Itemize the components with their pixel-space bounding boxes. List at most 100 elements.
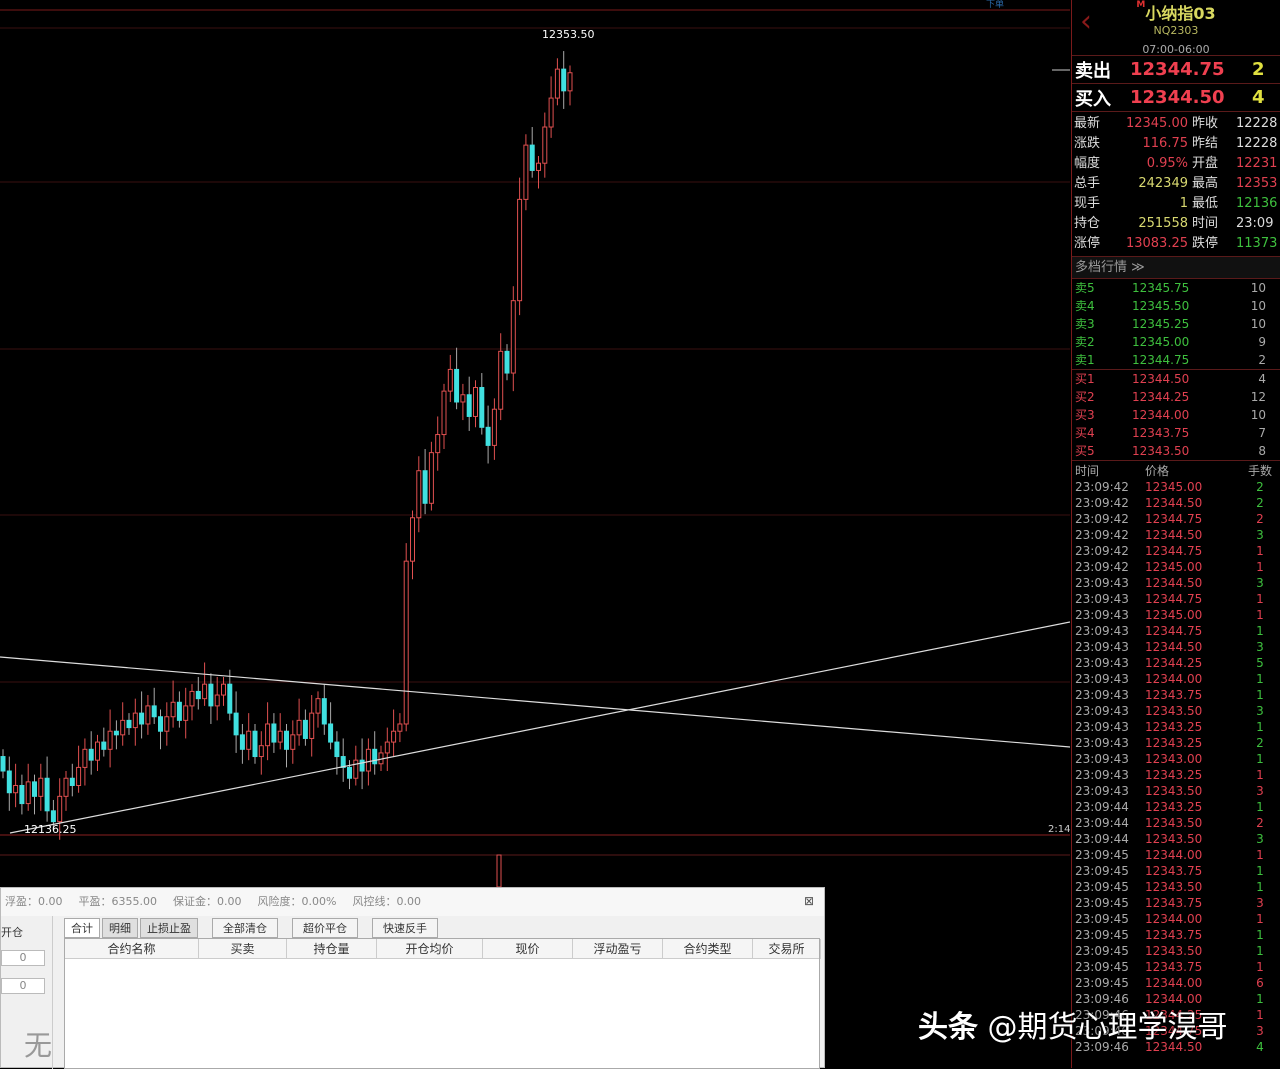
level-price: 12345.00 (1132, 335, 1190, 349)
bid-level[interactable]: 买1 12344.50 4 (1072, 370, 1280, 388)
action-button[interactable]: 全部清仓 (212, 918, 278, 938)
tick-row: 23:09:45 12344.00 6 (1072, 975, 1280, 991)
tick-volume: 1 (1256, 1008, 1264, 1022)
tick-volume: 3 (1256, 704, 1264, 718)
level-volume: 10 (1250, 317, 1266, 331)
tick-price: 12343.75 (1145, 864, 1203, 878)
sell-row[interactable]: 卖出 12344.75 2 (1072, 56, 1280, 84)
tick-row: 23:09:45 12343.50 1 (1072, 879, 1280, 895)
candle-down (32, 781, 37, 797)
candle-up (498, 350, 504, 410)
quantity-stepper-2[interactable]: 0 (1, 978, 45, 994)
tick-row: 23:09:43 12343.50 3 (1072, 703, 1280, 719)
action-button[interactable]: 超价平仓 (292, 918, 358, 938)
tick-volume: 1 (1256, 592, 1264, 606)
bid-level[interactable]: 买3 12344.00 10 (1072, 406, 1280, 424)
tick-price: 12344.00 (1145, 976, 1203, 990)
candle-up (384, 741, 390, 754)
account-stat: 平盈：6355.00 (78, 895, 158, 908)
tick-time: 23:09:45 (1075, 864, 1129, 878)
tick-volume: 1 (1256, 944, 1264, 958)
back-chevron-icon[interactable]: ‹ (1080, 4, 1092, 39)
tick-row: 23:09:43 12344.75 1 (1072, 623, 1280, 639)
candle-up (170, 701, 176, 718)
tick-price: 12343.75 (1145, 688, 1203, 702)
tab-0[interactable]: 合计 (64, 918, 100, 938)
candle-up (309, 712, 315, 739)
ask-level[interactable]: 卖1 12344.75 2 (1072, 351, 1280, 369)
quantity-stepper-1[interactable]: 0 (1, 950, 45, 966)
column-header[interactable]: 买卖 (199, 939, 287, 959)
ask-level[interactable]: 卖2 12345.00 9 (1072, 333, 1280, 351)
candle-down (347, 766, 352, 779)
tick-time: 23:09:45 (1075, 944, 1129, 958)
bid-level[interactable]: 买2 12344.25 12 (1072, 388, 1280, 406)
tick-time: 23:09:42 (1075, 528, 1129, 542)
quote-value: 23:09 (1236, 216, 1274, 231)
tick-volume: 3 (1256, 576, 1264, 590)
column-header[interactable]: 合约类型 (663, 939, 753, 959)
level-price: 12344.00 (1132, 408, 1190, 422)
tick-row: 23:09:45 12343.75 1 (1072, 959, 1280, 975)
bid-level[interactable]: 买4 12343.75 7 (1072, 424, 1280, 442)
tab-1[interactable]: 明细 (102, 918, 138, 938)
quote-label: 跌停 (1192, 236, 1219, 251)
quote-panel: ‹ M小纳指03 NQ2303 07:00-06:00 卖出 12344.75 2 … (1071, 0, 1280, 1068)
depth-header[interactable]: 多档行情 ≫ (1072, 257, 1280, 279)
level-label: 买3 (1075, 408, 1095, 422)
grid-lines (0, 27, 1070, 683)
candle-up (202, 683, 208, 700)
column-header[interactable]: 持仓量 (287, 939, 377, 959)
candle-down (321, 698, 327, 725)
column-header[interactable]: 合约名称 (65, 939, 199, 959)
tick-time: 23:09:45 (1075, 960, 1129, 974)
column-header[interactable]: 开仓均价 (377, 939, 483, 959)
column-header[interactable]: 浮动盈亏 (573, 939, 663, 959)
tick-volume: 5 (1256, 656, 1264, 670)
level-price: 12345.25 (1132, 317, 1190, 331)
bid-level[interactable]: 买5 12343.50 8 (1072, 442, 1280, 460)
quote-value: 251558 (1138, 216, 1188, 231)
candlestick-chart[interactable]: 12353.50 12136.25 2:14 下单 (0, 0, 1070, 890)
buy-row[interactable]: 买入 12344.50 4 (1072, 84, 1280, 112)
candle-up (221, 683, 226, 696)
tick-price: 12344.50 (1145, 528, 1203, 542)
candle-down (19, 784, 25, 805)
tick-volume: 1 (1256, 848, 1264, 862)
candle-up (13, 784, 19, 794)
candle-up (536, 162, 541, 171)
tick-row: 23:09:42 12345.00 2 (1072, 479, 1280, 495)
tick-time: 23:09:43 (1075, 704, 1129, 718)
ask-level[interactable]: 卖3 12345.25 10 (1072, 315, 1280, 333)
candle-up (315, 698, 321, 714)
level-volume: 10 (1250, 408, 1266, 422)
tick-volume: 1 (1256, 880, 1264, 894)
positions-table[interactable]: 合约名称 买卖 持仓量 开仓均价 现价 浮动盈亏 合约类型 交易所 (64, 938, 821, 1069)
ask-levels: 卖5 12345.75 10 卖4 12345.50 10 卖3 12345.25 10 卖2 12… (1072, 279, 1280, 370)
candle-down (101, 741, 107, 750)
tick-list[interactable]: 时间 价格 手数 23:09:42 12345.00 2 23:09:42 12344.50 2… (1072, 461, 1280, 1055)
candle-down (50, 810, 56, 823)
candle-up (510, 300, 516, 374)
candle-down (208, 683, 214, 707)
column-header[interactable]: 现价 (483, 939, 573, 959)
tick-header-cell: 时间 (1075, 464, 1100, 478)
tick-volume: 3 (1256, 832, 1264, 846)
ask-level[interactable]: 卖4 12345.50 10 (1072, 297, 1280, 315)
tick-volume: 6 (1256, 976, 1264, 990)
tick-volume: 3 (1256, 784, 1264, 798)
close-icon[interactable]: ⊠ (804, 894, 814, 908)
quote-label: 涨跌 (1074, 136, 1101, 151)
order-label[interactable]: 下单 (986, 0, 1004, 10)
action-button[interactable]: 快速反手 (372, 918, 438, 938)
candle-up (25, 781, 31, 805)
quote-value: 0.95% (1146, 156, 1188, 171)
ask-level[interactable]: 卖5 12345.75 10 (1072, 279, 1280, 297)
tick-header-cell: 手数 (1247, 464, 1272, 478)
column-header[interactable]: 交易所 (753, 939, 821, 959)
tick-price: 12345.00 (1145, 480, 1203, 494)
tick-price: 12345.00 (1145, 560, 1203, 574)
tab-2[interactable]: 止损止盈 (140, 918, 198, 938)
tick-volume: 1 (1256, 624, 1264, 638)
low-label: 12136.25 (24, 823, 77, 836)
